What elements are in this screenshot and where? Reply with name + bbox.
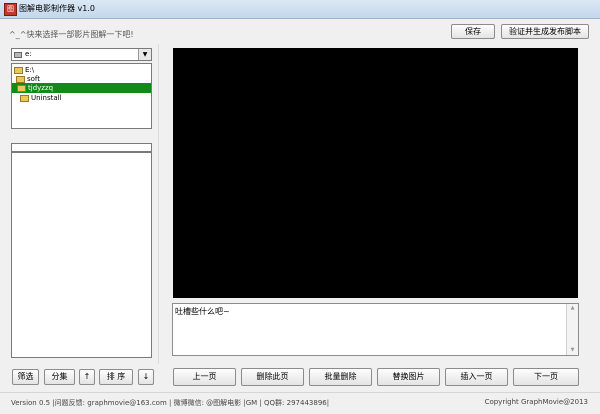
- save-button[interactable]: 保存: [451, 24, 495, 39]
- folder-icon: [14, 66, 23, 74]
- tree-item-tjdyzzq[interactable]: tjdyzzq: [12, 83, 151, 93]
- scroll-up-icon[interactable]: ▲: [567, 304, 578, 313]
- panel-divider: [158, 44, 159, 364]
- window-title: 图解电影制作器 v1.0: [19, 4, 95, 13]
- app-icon: 图: [4, 3, 17, 16]
- replace-image-button[interactable]: 替换图片: [377, 368, 440, 386]
- verify-generate-button[interactable]: 验证并生成发布脚本: [501, 24, 589, 39]
- tree-item-label: E:\: [25, 66, 35, 74]
- comment-text: 吐槽些什么吧~: [175, 307, 230, 316]
- next-page-button[interactable]: 下一页: [513, 368, 579, 386]
- drive-icon: [14, 52, 22, 58]
- file-list[interactable]: [11, 152, 152, 358]
- hint-text: ^_^快来选择一部影片图解一下吧!: [9, 30, 134, 39]
- folder-tree[interactable]: E:\ soft tjdyzzq Uninstall: [11, 63, 152, 129]
- insert-page-button[interactable]: 插入一页: [445, 368, 508, 386]
- comment-scrollbar[interactable]: ▲ ▼: [566, 304, 578, 355]
- title-bar: 图 图解电影制作器 v1.0: [0, 0, 600, 19]
- batch-delete-button[interactable]: 批量删除: [309, 368, 372, 386]
- status-bar: Version 0.5 |问题反馈: graphmovie@163.com | …: [0, 392, 600, 414]
- prev-page-button[interactable]: 上一页: [173, 368, 236, 386]
- delete-page-button[interactable]: 删除此页: [241, 368, 304, 386]
- folder-open-icon: [17, 84, 26, 92]
- tree-item-uninstall[interactable]: Uninstall: [20, 93, 62, 103]
- image-preview: [173, 48, 578, 298]
- folder-icon: [20, 94, 29, 102]
- tree-item-label: tjdyzzq: [28, 84, 54, 92]
- move-up-button[interactable]: ↑: [79, 369, 95, 385]
- folder-open-icon: [16, 75, 25, 83]
- drive-select[interactable]: e: ▼: [11, 48, 152, 61]
- scroll-down-icon[interactable]: ▼: [567, 346, 578, 355]
- drive-value: e:: [25, 50, 32, 58]
- group-button[interactable]: 分集: [44, 369, 75, 385]
- move-down-button[interactable]: ↓: [138, 369, 154, 385]
- tree-item-label: soft: [27, 75, 41, 83]
- app-window: 图 图解电影制作器 v1.0 ^_^快来选择一部影片图解一下吧! 保存 验证并生…: [0, 0, 600, 414]
- comment-box[interactable]: 吐槽些什么吧~ ▲ ▼: [172, 303, 579, 356]
- status-info: Version 0.5 |问题反馈: graphmovie@163.com | …: [11, 399, 330, 407]
- path-field[interactable]: [11, 143, 152, 152]
- tree-item-label: Uninstall: [31, 94, 62, 102]
- copyright-text: Copyright GraphMovie@2013: [484, 398, 588, 406]
- filter-button[interactable]: 筛选: [12, 369, 39, 385]
- sort-button[interactable]: 排 序: [99, 369, 133, 385]
- chevron-down-icon[interactable]: ▼: [138, 49, 151, 60]
